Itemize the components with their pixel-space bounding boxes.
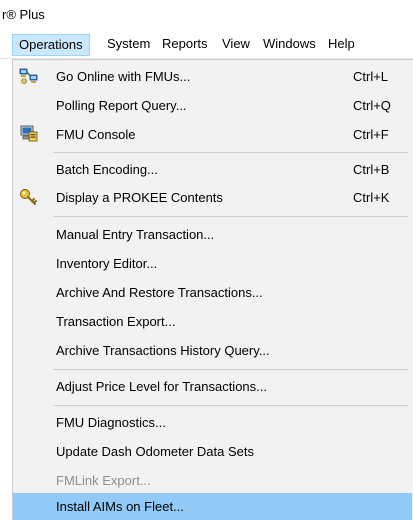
network-computers-icon [19,67,39,85]
menu-item-label: Update Dash Odometer Data Sets [56,444,254,459]
menu-item-shortcut: Ctrl+Q [353,98,391,113]
menu-item-archive-transactions-history-query[interactable]: Archive Transactions History Query... [15,336,412,365]
menu-item-shortcut: Ctrl+L [353,69,389,84]
key-icon [19,188,39,206]
menu-item-label: Archive Transactions History Query... [56,343,270,358]
menu-item-label: Go Online with FMUs... [56,69,191,84]
menu-item-label: FMU Diagnostics... [56,415,166,430]
window-title: r® Plus [2,7,45,22]
menu-item-adjust-price-level[interactable]: Adjust Price Level for Transactions... [15,372,412,401]
menu-item-shortcut: Ctrl+K [353,190,390,205]
menu-item-label: Polling Report Query... [56,98,187,113]
operations-dropdown-menu: Go Online with FMUs... Ctrl+L Polling Re… [12,59,413,520]
menu-item-update-dash-odometer[interactable]: Update Dash Odometer Data Sets [15,437,412,466]
menu-item-label: Batch Encoding... [56,162,158,177]
menu-system[interactable]: System [101,34,156,56]
menu-item-fmu-console[interactable]: FMU Console Ctrl+F [15,120,412,149]
menu-operations[interactable]: Operations [12,34,90,56]
menu-item-transaction-export[interactable]: Transaction Export... [15,307,412,336]
menu-item-fmu-diagnostics[interactable]: FMU Diagnostics... [15,408,412,437]
menu-item-fmlink-export: FMLink Export... [15,466,412,495]
menu-item-label: FMLink Export... [56,473,151,488]
menu-item-go-online[interactable]: Go Online with FMUs... Ctrl+L [15,62,412,91]
menu-item-display-prokee[interactable]: Display a PROKEE Contents Ctrl+K [15,183,412,212]
menu-view[interactable]: View [216,34,256,56]
console-computer-icon [19,125,39,143]
menu-item-batch-encoding[interactable]: Batch Encoding... Ctrl+B [15,155,412,184]
menu-windows[interactable]: Windows [257,34,322,56]
menu-item-label: Adjust Price Level for Transactions... [56,379,267,394]
menu-bar: Operations System Reports View Windows H… [0,30,413,59]
menu-item-polling-report-query[interactable]: Polling Report Query... Ctrl+Q [15,91,412,120]
menu-item-label: Install AIMs on Fleet... [56,499,184,514]
menu-item-label: FMU Console [56,127,136,142]
menu-item-shortcut: Ctrl+F [353,127,389,142]
menu-item-label: Transaction Export... [56,314,176,329]
menu-item-label: Manual Entry Transaction... [56,227,215,242]
menu-item-manual-entry-transaction[interactable]: Manual Entry Transaction... [15,220,412,249]
menu-separator [53,152,408,153]
menu-item-archive-restore-transactions[interactable]: Archive And Restore Transactions... [15,278,412,307]
menu-separator [53,369,408,370]
menu-item-label: Archive And Restore Transactions... [56,285,263,300]
menu-separator [53,405,408,406]
menu-help[interactable]: Help [322,34,361,56]
menu-item-label: Inventory Editor... [56,256,158,271]
menu-reports[interactable]: Reports [156,34,214,56]
menu-item-install-aims-on-fleet[interactable]: Install AIMs on Fleet... [13,493,412,520]
menu-item-inventory-editor[interactable]: Inventory Editor... [15,249,412,278]
menu-separator [53,216,408,217]
menu-item-shortcut: Ctrl+B [353,162,390,177]
menu-item-label: Display a PROKEE Contents [56,190,223,205]
title-bar: r® Plus [0,0,413,30]
